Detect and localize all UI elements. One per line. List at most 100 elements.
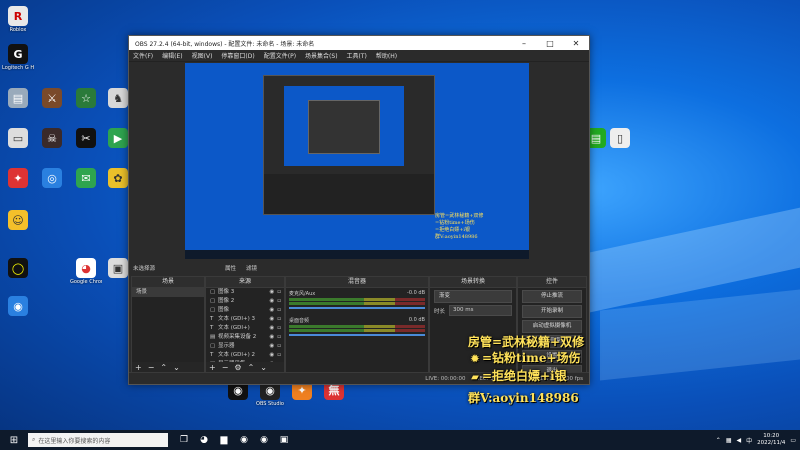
source-name: 图像 bbox=[218, 307, 230, 313]
menu-item[interactable]: 文件(F) bbox=[133, 51, 153, 60]
menu-item[interactable]: 编辑(E) bbox=[162, 51, 182, 60]
source-item[interactable]: T 文本 (GDI+) ◉ ▫ bbox=[206, 324, 284, 333]
desktop-icon[interactable]: ✂ bbox=[70, 128, 102, 149]
desktop-icon[interactable]: ◕Google Chrome bbox=[70, 258, 102, 285]
source-item[interactable]: ▢ 图像 3 ◉ ▫ bbox=[206, 288, 284, 297]
lock-icon[interactable]: ▫ bbox=[277, 288, 281, 297]
task-view-icon[interactable]: ❐ bbox=[174, 435, 194, 445]
desktop-icon[interactable]: ◎ bbox=[36, 168, 68, 189]
source-item[interactable]: ▤ 视频采集设备 2 ◉ ▫ bbox=[206, 333, 284, 342]
visibility-eye-icon[interactable]: ◉ bbox=[269, 351, 274, 360]
add-icon[interactable]: + bbox=[135, 363, 142, 372]
duration-input[interactable]: 300 ms bbox=[449, 305, 512, 316]
folder-icon[interactable]: ▆ bbox=[214, 435, 234, 445]
visibility-eye-icon[interactable]: ◉ bbox=[269, 288, 274, 297]
gear-icon[interactable]: ⚙ bbox=[234, 363, 241, 372]
lock-icon[interactable]: ▫ bbox=[277, 306, 281, 315]
app-icon: ☺ bbox=[8, 210, 28, 230]
desktop-icon[interactable]: ☆ bbox=[70, 88, 102, 109]
app-icon: ◎ bbox=[42, 168, 62, 188]
live-status: LIVE: 00:00:00 bbox=[425, 375, 466, 382]
preview-canvas[interactable]: 房管=武林秘籍+双修 =钻粉time+场伤 =拒绝白嫖+i银 群V:aoyin1… bbox=[185, 63, 529, 259]
title-bar[interactable]: OBS 27.2.4 (64-bit, windows) - 配置文件: 未命名… bbox=[129, 36, 589, 50]
desktop-icon[interactable]: ⚔ bbox=[36, 88, 68, 109]
scene-item[interactable]: 场景 bbox=[132, 288, 204, 297]
lock-icon[interactable]: ▫ bbox=[277, 315, 281, 324]
visibility-eye-icon[interactable]: ◉ bbox=[269, 324, 274, 333]
lock-icon[interactable]: ▫ bbox=[277, 324, 281, 333]
desktop-icon[interactable]: ▭ bbox=[2, 128, 34, 149]
input-method-icon[interactable]: 中 bbox=[746, 436, 752, 445]
overlay-line: 房管=武林秘籍+双修 bbox=[468, 334, 618, 350]
obs-icon[interactable]: ◉ bbox=[254, 435, 274, 445]
visibility-eye-icon[interactable]: ◉ bbox=[269, 297, 274, 306]
source-name: 文本 (GDI+) 3 bbox=[218, 316, 256, 322]
menu-item[interactable]: 工具(T) bbox=[347, 51, 367, 60]
lock-icon[interactable]: ▫ bbox=[277, 342, 281, 351]
app-icon[interactable]: ▣ bbox=[274, 435, 294, 445]
source-item[interactable]: ▢ 图像 2 ◉ ▫ bbox=[206, 297, 284, 306]
add-icon[interactable]: + bbox=[209, 363, 216, 372]
source-item[interactable]: ▢ 图像 ◉ ▫ bbox=[206, 306, 284, 315]
chrome-icon[interactable]: ◕ bbox=[194, 435, 214, 445]
taskbar: ⊞ ⌕ 在这里输入你要搜索的内容 ❐ ◕ ▆ ◉ ◉ ▣ ⌃ ▦ ◀ 中 10:2… bbox=[0, 430, 800, 450]
control-button[interactable]: 开始录制 bbox=[522, 305, 582, 318]
up-icon[interactable]: ⌃ bbox=[248, 363, 255, 372]
scene-item-label: 场景 bbox=[136, 289, 148, 295]
volume-meter bbox=[289, 302, 425, 305]
down-icon[interactable]: ⌄ bbox=[173, 363, 180, 372]
control-button[interactable]: 停止推流 bbox=[522, 290, 582, 303]
desktop-icon[interactable]: ✦ bbox=[2, 168, 34, 189]
visibility-eye-icon[interactable]: ◉ bbox=[269, 306, 274, 315]
clock-date: 2022/11/4 bbox=[757, 440, 786, 446]
minimize-icon[interactable]: – bbox=[511, 39, 537, 48]
filters-button[interactable]: 滤镜 bbox=[246, 264, 257, 272]
notification-icon[interactable]: ▭ bbox=[790, 437, 796, 444]
desktop-icon[interactable]: R Roblox bbox=[2, 6, 34, 33]
source-item[interactable]: ▢ 显示器 ◉ ▫ bbox=[206, 342, 284, 351]
network-icon[interactable]: ▦ bbox=[726, 437, 732, 444]
search-box[interactable]: ⌕ 在这里输入你要搜索的内容 bbox=[28, 433, 168, 447]
transition-select[interactable]: 渐变 bbox=[434, 290, 512, 303]
visibility-eye-icon[interactable]: ◉ bbox=[269, 333, 274, 342]
desktop-icon[interactable]: ◯ bbox=[2, 258, 34, 279]
desktop-icon[interactable]: ◉ bbox=[2, 296, 34, 317]
windows-start-icon[interactable]: ⊞ bbox=[0, 435, 28, 446]
close-icon[interactable]: ✕ bbox=[563, 39, 589, 48]
desktop-icon[interactable]: GLogitech G HUB bbox=[2, 44, 34, 71]
remove-icon[interactable]: − bbox=[148, 363, 155, 372]
down-icon[interactable]: ⌄ bbox=[260, 363, 267, 372]
remove-icon[interactable]: − bbox=[222, 363, 229, 372]
source-item[interactable]: T 文本 (GDI+) 2 ◉ ▫ bbox=[206, 351, 284, 360]
volume-slider[interactable] bbox=[289, 307, 425, 309]
menu-item[interactable]: 场景集合(S) bbox=[305, 51, 338, 60]
visibility-eye-icon[interactable]: ◉ bbox=[269, 315, 274, 324]
desktop-icon[interactable]: ▤ bbox=[2, 88, 34, 109]
lock-icon[interactable]: ▫ bbox=[277, 333, 281, 342]
desktop-icon[interactable]: ▯ bbox=[604, 128, 636, 149]
up-icon[interactable]: ⌃ bbox=[160, 363, 167, 372]
source-item[interactable]: T 文本 (GDI+) 3 ◉ ▫ bbox=[206, 315, 284, 324]
volume-slider[interactable] bbox=[289, 334, 425, 336]
menu-item[interactable]: 帮助(H) bbox=[376, 51, 397, 60]
lock-icon[interactable]: ▫ bbox=[277, 297, 281, 306]
source-type-icon: ▢ bbox=[210, 298, 216, 304]
menu-item[interactable]: 配置文件(P) bbox=[264, 51, 296, 60]
overlay-line: 群V:aoyin148986 bbox=[468, 390, 618, 406]
chevron-up-icon[interactable]: ⌃ bbox=[716, 437, 721, 444]
volume-icon[interactable]: ◀ bbox=[736, 437, 741, 444]
menu-item[interactable]: 停靠窗口(D) bbox=[221, 51, 254, 60]
visibility-eye-icon[interactable]: ◉ bbox=[269, 342, 274, 351]
menu-item[interactable]: 视图(V) bbox=[192, 51, 213, 60]
transitions-header: 场景转换 bbox=[430, 277, 516, 288]
desktop-icon[interactable]: ☺ bbox=[2, 210, 34, 231]
properties-button[interactable]: 属性 bbox=[225, 264, 236, 272]
desktop-icon[interactable]: ☠ bbox=[36, 128, 68, 149]
desktop-icon[interactable]: ✉ bbox=[70, 168, 102, 189]
app-icon[interactable]: ◉ bbox=[234, 435, 254, 445]
control-button[interactable]: 启动虚拟摄像机 bbox=[522, 320, 582, 333]
maximize-icon[interactable]: □ bbox=[537, 39, 563, 48]
obs-window[interactable]: OBS 27.2.4 (64-bit, windows) - 配置文件: 未命名… bbox=[128, 35, 590, 385]
lock-icon[interactable]: ▫ bbox=[277, 351, 281, 360]
clock[interactable]: 10:20 2022/11/4 bbox=[757, 433, 785, 447]
